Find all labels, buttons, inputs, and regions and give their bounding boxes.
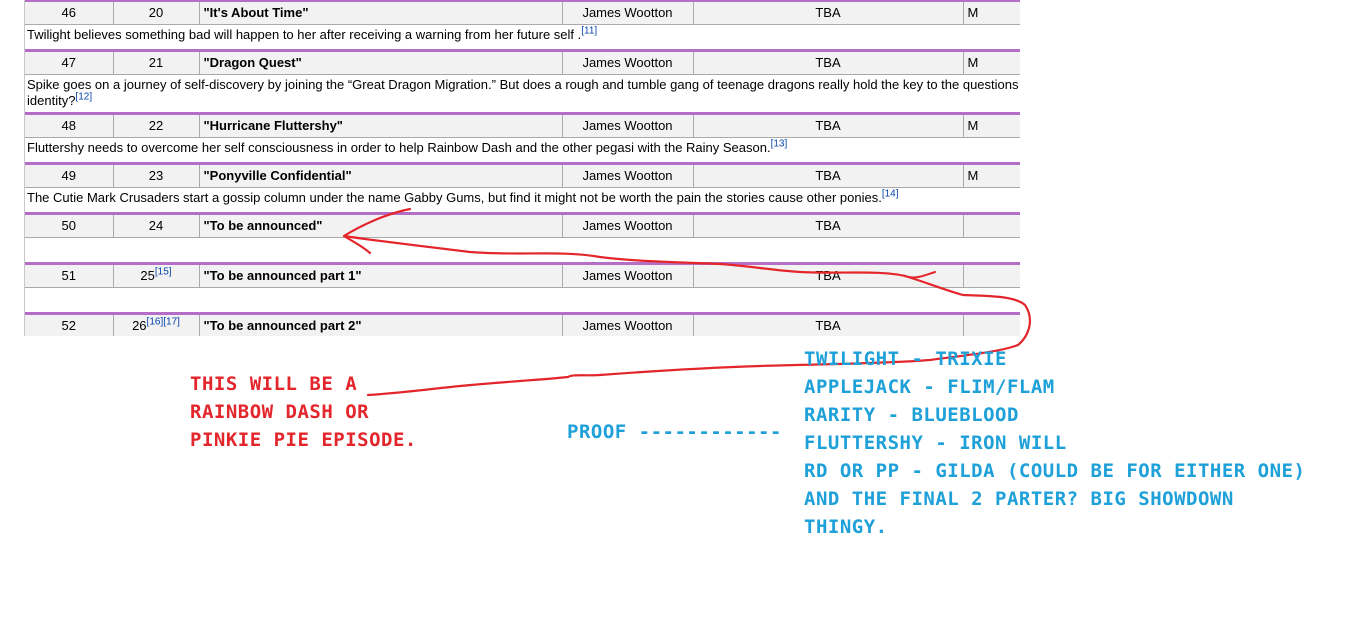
- season-number: 25[15]: [112, 262, 199, 288]
- table-row: 47 21 "Dragon Quest" James Wootton TBA M: [25, 49, 1020, 75]
- episode-title: "To be announced part 1": [198, 262, 562, 288]
- blue-list-line: FLUTTERSHY - IRON WILL: [804, 432, 1067, 454]
- overall-number: 46: [25, 0, 113, 25]
- episode-writer: James Wootton: [561, 162, 693, 188]
- season-number: 20: [112, 0, 199, 25]
- red-handwritten-note: THIS WILL BE A RAINBOW DASH OR PINKIE PI…: [190, 370, 420, 454]
- table-row: 46 20 "It's About Time" James Wootton TB…: [25, 0, 1020, 25]
- blue-list-line: AND THE FINAL 2 PARTER? BIG SHOWDOWN: [804, 488, 1234, 510]
- table-row: 48 22 "Hurricane Fluttershy" James Woott…: [25, 112, 1020, 138]
- citation-link[interactable]: [16][17]: [147, 317, 180, 328]
- citation-link[interactable]: [14]: [882, 189, 899, 200]
- table-row: 50 24 "To be announced" James Wootton TB…: [25, 212, 1020, 238]
- overall-number: 51: [25, 262, 113, 288]
- episode-title: "To be announced part 2": [198, 312, 562, 336]
- episode-summary: [25, 287, 1020, 314]
- overall-number: 47: [25, 49, 113, 75]
- citation-link[interactable]: [12]: [75, 92, 92, 103]
- blue-list-line: TWILIGHT - TRIXIE: [804, 348, 1007, 370]
- episode-writer: James Wootton: [561, 0, 693, 25]
- red-note-line: THIS WILL BE A: [190, 373, 358, 395]
- citation-link[interactable]: [15]: [155, 267, 172, 278]
- episode-writer: James Wootton: [561, 49, 693, 75]
- season-number: 21: [112, 49, 199, 75]
- air-date: TBA: [692, 212, 963, 238]
- blue-list-line: RD OR PP - GILDA (COULD BE FOR EITHER ON…: [804, 460, 1306, 482]
- extra-column: M: [962, 112, 1020, 138]
- season-number: 24: [112, 212, 199, 238]
- red-note-line: RAINBOW DASH OR: [190, 401, 370, 423]
- season-number: 22: [112, 112, 199, 138]
- air-date: TBA: [692, 0, 963, 25]
- blue-list-line: APPLEJACK - FLIM/FLAM: [804, 376, 1055, 398]
- blue-handwritten-list: TWILIGHT - TRIXIE APPLEJACK - FLIM/FLAM …: [804, 345, 1344, 541]
- episode-summary: The Cutie Mark Crusaders start a gossip …: [25, 187, 1020, 214]
- extra-column: M: [962, 0, 1020, 25]
- episode-title: "Dragon Quest": [198, 49, 562, 75]
- summary-row: The Cutie Mark Crusaders start a gossip …: [25, 187, 1020, 214]
- table-row: 51 25[15] "To be announced part 1" James…: [25, 262, 1020, 288]
- air-date: TBA: [692, 49, 963, 75]
- proof-label: PROOF ------------: [567, 421, 782, 443]
- overall-number: 50: [25, 212, 113, 238]
- overall-number: 48: [25, 112, 113, 138]
- air-date: TBA: [692, 162, 963, 188]
- extra-column: [962, 212, 1020, 238]
- extra-column: [962, 262, 1020, 288]
- extra-column: M: [962, 162, 1020, 188]
- table-row: 49 23 "Ponyville Confidential" James Woo…: [25, 162, 1020, 188]
- citation-link[interactable]: [11]: [581, 26, 597, 37]
- air-date: TBA: [692, 112, 963, 138]
- extra-column: M: [962, 49, 1020, 75]
- blue-list-line: THINGY.: [804, 516, 888, 538]
- blue-list-line: RARITY - BLUEBLOOD: [804, 404, 1019, 426]
- summary-row: Fluttershy needs to overcome her self co…: [25, 137, 1020, 164]
- episode-writer: James Wootton: [561, 312, 693, 336]
- episode-writer: James Wootton: [561, 212, 693, 238]
- episode-summary: Spike goes on a journey of self-discover…: [25, 74, 1020, 114]
- episode-title: "To be announced": [198, 212, 562, 238]
- air-date: TBA: [692, 262, 963, 288]
- episode-title: "Ponyville Confidential": [198, 162, 562, 188]
- episode-writer: James Wootton: [561, 112, 693, 138]
- episode-title: "Hurricane Fluttershy": [198, 112, 562, 138]
- air-date: TBA: [692, 312, 963, 336]
- summary-row: [25, 287, 1020, 314]
- summary-row: Spike goes on a journey of self-discover…: [25, 74, 1020, 114]
- episode-summary: Fluttershy needs to overcome her self co…: [25, 137, 1020, 164]
- season-number: 23: [112, 162, 199, 188]
- red-note-line: PINKIE PIE EPISODE.: [190, 429, 417, 451]
- episode-title: "It's About Time": [198, 0, 562, 25]
- summary-row: [25, 237, 1020, 264]
- episode-table: 46 20 "It's About Time" James Wootton TB…: [25, 0, 1020, 336]
- episode-writer: James Wootton: [561, 262, 693, 288]
- overall-number: 52: [25, 312, 113, 336]
- episode-summary: [25, 237, 1020, 264]
- table-row: 52 26[16][17] "To be announced part 2" J…: [25, 312, 1020, 336]
- overall-number: 49: [25, 162, 113, 188]
- wiki-episode-table-screenshot: 46 20 "It's About Time" James Wootton TB…: [0, 0, 1020, 336]
- extra-column: [962, 312, 1020, 336]
- citation-link[interactable]: [13]: [771, 139, 788, 150]
- season-number: 26[16][17]: [112, 312, 199, 336]
- episode-summary: Twilight believes something bad will hap…: [25, 24, 1020, 51]
- summary-row: Twilight believes something bad will hap…: [25, 24, 1020, 51]
